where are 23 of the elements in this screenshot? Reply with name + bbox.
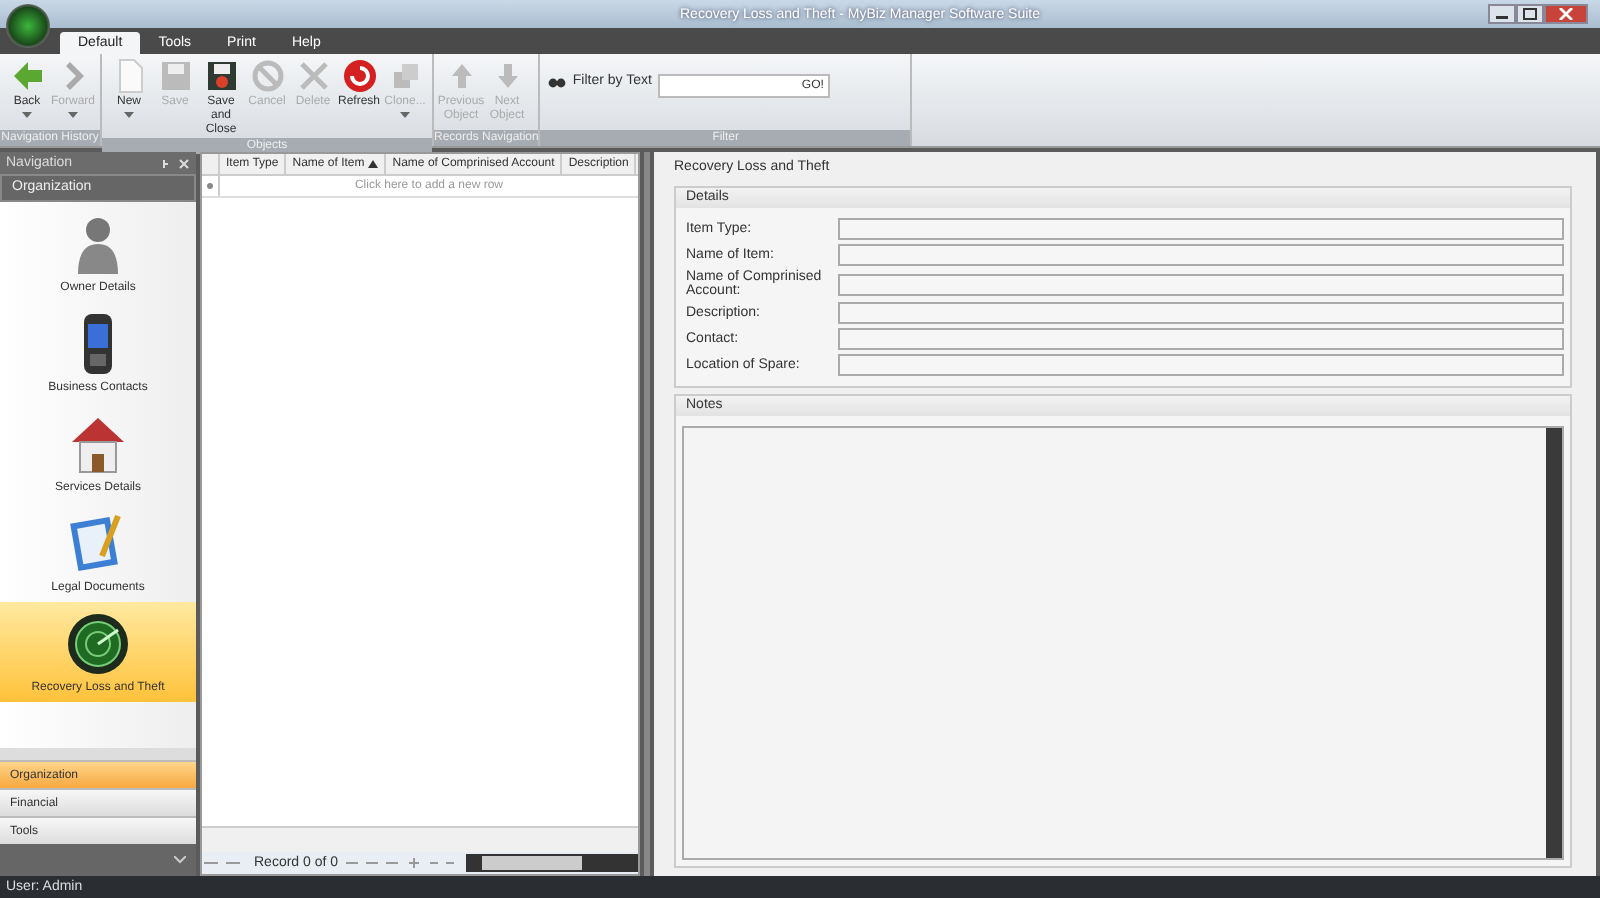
input-field[interactable]: [838, 273, 1564, 295]
pin-and-close-icon[interactable]: [162, 157, 190, 169]
chevron-down-icon[interactable]: [174, 856, 186, 864]
close-button[interactable]: [1544, 4, 1588, 24]
binoculars-icon: [548, 74, 567, 88]
vertical-scrollbar[interactable]: [1546, 428, 1562, 858]
refresh-icon: [341, 58, 377, 94]
no-entry-icon: [249, 58, 285, 94]
input-field[interactable]: [838, 354, 1564, 376]
maximize-button[interactable]: [1516, 4, 1544, 24]
left-arrow-icon: [9, 58, 45, 94]
maximize-icon: [1522, 8, 1538, 20]
radar-icon[interactable]: [6, 4, 50, 48]
input-field[interactable]: [838, 218, 1564, 240]
input-field[interactable]: [838, 328, 1564, 350]
radar-icon: [66, 611, 130, 675]
close-icon: [1558, 8, 1574, 20]
horizontal-scrollbar[interactable]: [466, 854, 638, 872]
input-field[interactable]: [838, 244, 1564, 266]
cross-icon: [295, 58, 331, 94]
notes-field[interactable]: [682, 426, 1564, 860]
input-field[interactable]: [838, 302, 1564, 324]
minimize-button[interactable]: [1488, 4, 1516, 24]
